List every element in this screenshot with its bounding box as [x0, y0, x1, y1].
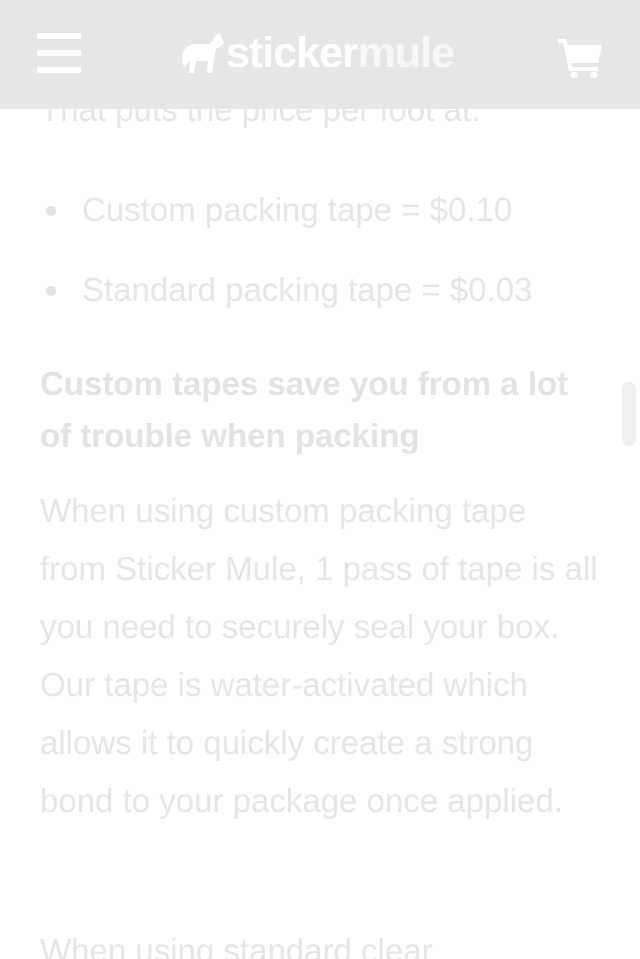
hamburger-menu-icon[interactable] [37, 33, 81, 73]
scrollbar-thumb[interactable] [622, 382, 636, 446]
logo-text-mule: mule [357, 29, 455, 77]
sticker-mule-logo[interactable]: sticker mule [180, 28, 455, 78]
list-item-text: Standard packing tape = $0.03 [82, 271, 533, 308]
list-item: Custom packing tape = $0.10 [40, 186, 640, 234]
bullet-dot [46, 286, 56, 296]
menu-line [37, 33, 81, 39]
menu-line [37, 67, 81, 73]
logo-text-sticker: sticker [226, 29, 359, 77]
shopping-cart-icon[interactable] [556, 36, 604, 79]
bullet-dot [46, 206, 56, 216]
mule-icon [182, 33, 224, 73]
page: That puts the price per foot at: Custom … [0, 0, 640, 959]
top-nav-bar: sticker mule [0, 0, 640, 109]
section-heading: Custom tapes save you from a lot of trou… [40, 365, 569, 454]
body-paragraph: When using custom packing tape from Stic… [40, 492, 598, 819]
price-list: Custom packing tape = $0.10 Standard pac… [40, 186, 640, 346]
list-item: Standard packing tape = $0.03 [40, 266, 640, 314]
menu-line [37, 50, 81, 56]
cart-glyph [558, 39, 602, 79]
body-paragraph-partial: When using standard clear [40, 932, 433, 959]
list-item-text: Custom packing tape = $0.10 [82, 191, 513, 228]
